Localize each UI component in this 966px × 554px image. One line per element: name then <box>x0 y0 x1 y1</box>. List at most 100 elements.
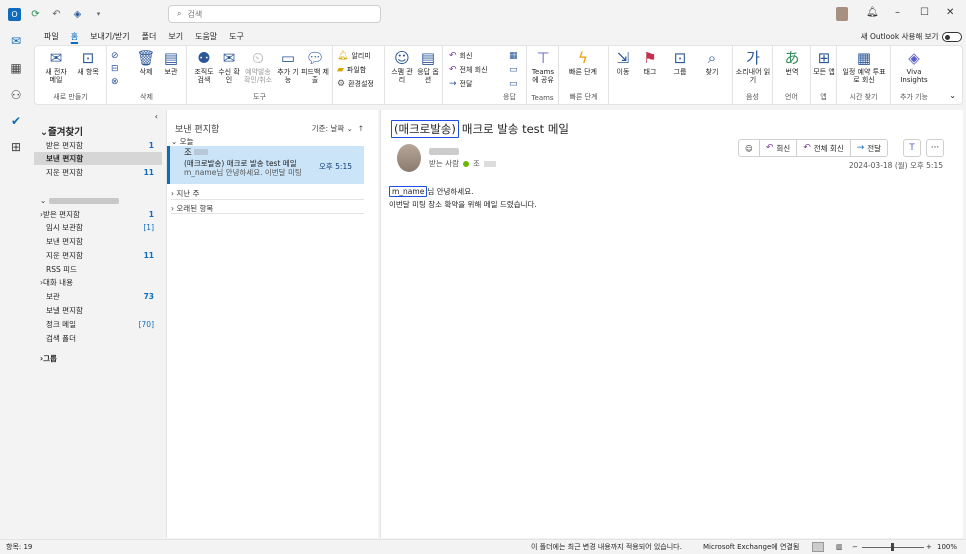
message-row-selected[interactable]: 조 (매크로발송) 매크로 발송 test 메일 m_name님 안녕하세요. … <box>167 146 364 184</box>
move-button[interactable]: ⇲ 이동 <box>611 50 635 76</box>
org-inspect-button[interactable]: ⚉ 조직도 검색 <box>191 50 217 84</box>
zoom-out-icon[interactable]: − <box>852 543 858 551</box>
folder-outbox[interactable]: 보낼 편지함 <box>34 304 162 317</box>
tags-button[interactable]: ⚑ 태그 <box>639 50 661 76</box>
read-confirm-button[interactable]: ✉ 수신 확인 <box>217 50 241 84</box>
ignore-button[interactable]: ⊘ <box>111 51 119 61</box>
archive-button[interactable]: ▤ 보관 <box>159 50 183 76</box>
user-avatar[interactable] <box>836 7 848 21</box>
all-apps-button[interactable]: ⊞ 모든 앱 <box>813 50 835 76</box>
reply-all-button[interactable]: ↶ 전체 회신 <box>797 140 851 156</box>
customize-toolbar-icon[interactable]: ▾ <box>92 8 105 21</box>
new-items-button[interactable]: ⊡ 새 항목 <box>73 50 103 76</box>
junk-button[interactable]: ⊗ <box>111 77 119 87</box>
reply-button[interactable]: ↶ 회신 <box>760 140 798 156</box>
zoom-slider-thumb[interactable] <box>891 543 894 551</box>
menu-folder[interactable]: 폴더 <box>136 31 163 42</box>
folder-inbox-fav[interactable]: 받은 편지함 1 <box>34 139 162 152</box>
group-last-week[interactable]: › 지난 주 <box>171 188 199 199</box>
cleanup-button[interactable]: ⊟ <box>111 64 119 74</box>
menu-help[interactable]: 도움말 <box>189 31 223 42</box>
notice-button[interactable]: 🔔︎ 알리미 <box>337 51 371 61</box>
reply-all-button[interactable]: ↶ 전체 회신 <box>449 65 488 75</box>
sync-icon[interactable]: ⟳ <box>29 8 42 21</box>
add-feature-button[interactable]: ▭ 추가 기능 <box>275 50 301 84</box>
favorites-header[interactable]: ⌄즐겨찾기 <box>40 124 83 138</box>
search-box[interactable]: ⌕ <box>168 5 381 23</box>
reply-schedule-button[interactable]: ▦ 일정 예약 투표로 회신 <box>841 50 887 84</box>
toggle-switch[interactable] <box>942 31 963 42</box>
collapse-pane-icon[interactable]: ‹ <box>155 112 158 121</box>
normal-view-icon[interactable] <box>812 542 824 552</box>
spam-button[interactable]: ☺ 스팸 관리 <box>389 50 415 84</box>
env-settings-button[interactable]: ⚙ 환경설정 <box>337 79 374 89</box>
new-mail-button[interactable]: ✉ 새 전자 메일 <box>41 50 71 84</box>
menu-view[interactable]: 보기 <box>162 31 189 42</box>
viva-insights-button[interactable]: ◈ Viva Insights <box>895 50 933 84</box>
folder-inbox[interactable]: › 받은 편지함 1 <box>34 208 162 221</box>
reply-options-icon: ▤ <box>420 49 436 67</box>
menu-file[interactable]: 파일 <box>38 31 65 42</box>
file-box-button[interactable]: ▰ 파일함 <box>337 65 366 75</box>
group-label: 삭제 <box>140 93 153 101</box>
maximize-button[interactable]: ☐ <box>920 7 929 18</box>
collapse-ribbon-icon[interactable]: ⌄ <box>949 91 956 100</box>
apps-icon[interactable]: ⊞ <box>8 140 24 156</box>
find-button[interactable]: ⌕ 찾기 <box>701 50 723 76</box>
more-options-icon[interactable]: ··· <box>926 139 944 157</box>
meeting-button[interactable]: ▦ <box>509 51 518 61</box>
teams-icon[interactable]: T <box>903 139 921 157</box>
menu-tools[interactable]: 도구 <box>223 31 250 42</box>
folder-archive[interactable]: 보관 73 <box>34 290 162 303</box>
undo-icon[interactable]: ↶ <box>50 8 63 21</box>
reply-options-button[interactable]: ▤ 응답 옵션 <box>415 50 441 84</box>
folder-deleted[interactable]: 지운 편지함 11 <box>34 249 162 262</box>
folder-junk[interactable]: 정크 메일 [70] <box>34 318 162 331</box>
search-input[interactable] <box>187 9 368 19</box>
folder-sent[interactable]: 보낸 편지함 <box>34 235 162 248</box>
close-button[interactable]: ✕ <box>946 7 954 18</box>
groups-header[interactable]: › 그룹 <box>34 352 162 365</box>
folder-search[interactable]: 검색 폴더 <box>34 332 162 345</box>
ribbon-group-addin: ◈ Viva Insights 추가 기능 <box>891 46 937 104</box>
quick-steps-button[interactable]: ϟ 빠른 단계 <box>565 50 601 76</box>
sender-avatar[interactable] <box>397 144 421 172</box>
tasks-icon[interactable]: ✔ <box>8 114 24 130</box>
schedule-send-button[interactable]: ⏲ 예약발송 확인/취소 <box>241 50 275 84</box>
teams-share-button[interactable]: ⊤ Teams에 공유 <box>529 50 557 84</box>
mail-icon[interactable]: ✉ <box>8 34 24 50</box>
account-header[interactable]: ⌄ <box>40 196 120 205</box>
more-respond-button[interactable]: ▭ <box>509 79 518 89</box>
forward-button[interactable]: → 전달 <box>449 79 472 89</box>
folder-conversation[interactable]: › 대화 내용 <box>34 276 162 289</box>
minimize-button[interactable]: – <box>895 7 900 18</box>
delete-button[interactable]: 🗑︎ 삭제 <box>135 50 157 76</box>
folder-drafts[interactable]: 임시 보관함 [1] <box>34 221 162 234</box>
feedback-button[interactable]: 💬︎ 피드백 제출 <box>301 50 329 84</box>
calendar-icon[interactable]: ▦ <box>8 61 24 77</box>
viva-icon: ◈ <box>908 49 920 67</box>
reply-button[interactable]: ↶ 회신 <box>449 51 472 61</box>
to-name[interactable]: 조 <box>473 158 480 169</box>
new-outlook-toggle[interactable]: 새 Outlook 사용해 보기 끔 <box>861 31 963 42</box>
emoji-button[interactable]: ☺ <box>739 140 760 156</box>
folder-rss[interactable]: RSS 피드 <box>34 263 162 276</box>
sender-name-redacted[interactable] <box>429 148 459 155</box>
translate-button[interactable]: あ 번역 <box>777 50 807 76</box>
zoom-in-icon[interactable]: + <box>926 543 932 551</box>
reading-view-icon[interactable]: ▥ <box>836 543 843 551</box>
body-line-2: 이번달 미팅 장소 확약을 위해 메일 드렸습니다. <box>389 200 537 209</box>
read-aloud-button[interactable]: 가 소리내어 읽기 <box>735 50 771 84</box>
tag-icon[interactable]: ◈ <box>71 8 84 21</box>
im-button[interactable]: ▭ <box>509 65 518 75</box>
menu-home[interactable]: 홈 <box>65 31 84 42</box>
bell-icon[interactable]: 🔔︎ <box>866 7 879 18</box>
menu-send-receive[interactable]: 보내기/받기 <box>84 31 136 42</box>
sort-dropdown[interactable]: 기준: 날짜 ⌄ ↑ <box>312 123 364 134</box>
forward-button[interactable]: → 전달 <box>851 140 887 156</box>
folder-deleted-fav[interactable]: 지운 편지함 11 <box>34 166 162 179</box>
people-icon[interactable]: ⚇ <box>8 88 24 104</box>
group-label: 도구 <box>253 93 266 101</box>
folder-sent-fav[interactable]: 보낸 편지함 <box>34 152 162 165</box>
group-button[interactable]: ⊡ 그룹 <box>669 50 691 76</box>
